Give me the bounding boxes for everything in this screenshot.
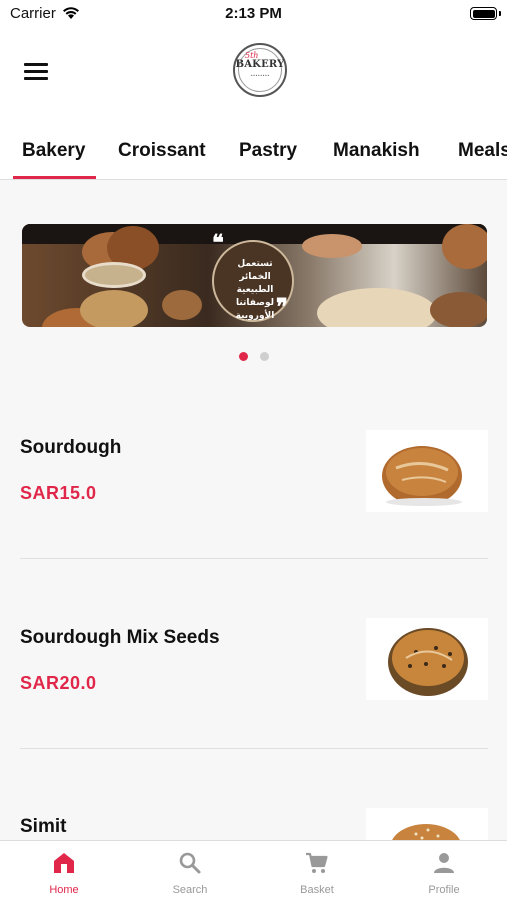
product-item-sourdough-mix-seeds[interactable]: Sourdough Mix Seeds SAR20.0: [20, 610, 488, 720]
nav-label-search: Search: [172, 884, 208, 896]
product-price: SAR15.0: [20, 483, 97, 503]
home-icon: [54, 853, 74, 873]
nav-profile[interactable]: Profile: [381, 841, 507, 900]
person-icon: [434, 853, 454, 873]
divider: [20, 748, 488, 749]
open-quote-icon: ❝: [212, 230, 224, 256]
bottom-nav: Home Search Basket Profile: [0, 840, 507, 900]
selected-tab-indicator: [13, 176, 96, 179]
product-image: [366, 808, 488, 840]
promo-banner[interactable]: تستعمل الخمائر الطبيعية لوصفاتنا الأوروب…: [22, 224, 487, 327]
product-price: SAR20.0: [20, 673, 97, 693]
product-name: Sourdough: [20, 437, 122, 458]
tab-manakish[interactable]: Manakish: [333, 140, 420, 162]
tab-pastry[interactable]: Pastry: [239, 140, 297, 162]
product-image: [366, 618, 488, 700]
search-icon: [179, 852, 201, 874]
carousel-dot[interactable]: [260, 352, 269, 361]
status-bar: Carrier 2:13 PM: [0, 0, 507, 30]
nav-label-basket: Basket: [300, 884, 334, 896]
bakery-logo[interactable]: 5th BAKERY ••••••••: [233, 43, 287, 97]
nav-label-home: Home: [49, 884, 79, 896]
tab-bakery[interactable]: Bakery: [22, 140, 85, 162]
product-item-simit[interactable]: Simit: [20, 800, 488, 840]
tab-croissant[interactable]: Croissant: [118, 140, 206, 162]
cart-icon: [306, 852, 328, 873]
divider: [20, 558, 488, 559]
category-tabs: Bakery Croissant Pastry Manakish Meals: [0, 112, 507, 180]
product-image: [366, 430, 488, 512]
tab-meals[interactable]: Meals: [458, 140, 507, 162]
nav-home[interactable]: Home: [1, 841, 127, 900]
product-name: Simit: [20, 816, 67, 837]
product-name: Sourdough Mix Seeds: [20, 627, 220, 648]
product-item-sourdough[interactable]: Sourdough SAR15.0: [20, 420, 488, 530]
nav-basket[interactable]: Basket: [254, 841, 380, 900]
menu-icon[interactable]: [24, 63, 48, 81]
nav-label-profile: Profile: [428, 884, 460, 896]
battery-icon: [470, 7, 497, 20]
nav-search[interactable]: Search: [127, 841, 253, 900]
status-time: 2:13 PM: [225, 5, 282, 22]
close-quote-icon: ❞: [276, 294, 288, 320]
carousel-dot-active[interactable]: [239, 352, 248, 361]
app-header: 5th BAKERY ••••••••: [0, 30, 507, 112]
